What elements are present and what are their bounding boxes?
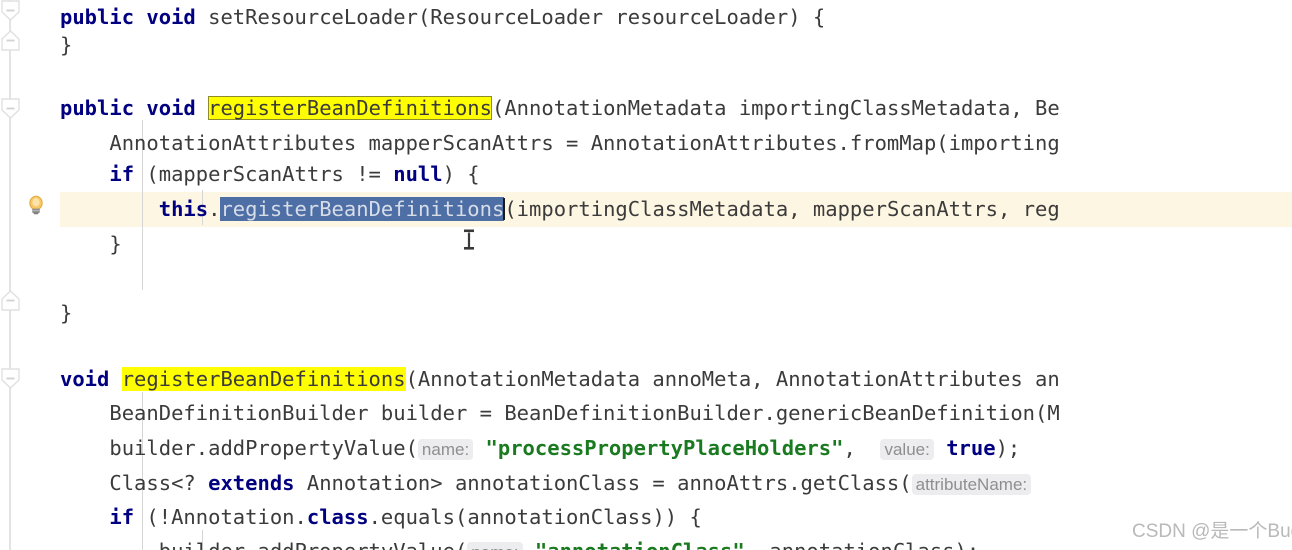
code-token: BeanDefinitionBuilder builder = BeanDefi… [60, 401, 1060, 425]
editor-gutter[interactable] [0, 0, 60, 550]
parameter-hint: name: [417, 439, 474, 460]
code-token: (AnnotationMetadata annoMeta, Annotation… [405, 367, 1060, 391]
code-token: , [843, 436, 881, 460]
code-line[interactable]: builder.addPropertyValue(name: "annotati… [60, 534, 1292, 550]
code-editor[interactable]: public void setResourceLoader(ResourceLo… [0, 0, 1292, 550]
keyword-token: public [60, 96, 135, 120]
code-line[interactable] [60, 56, 1292, 91]
code-line[interactable]: Class<? extends Annotation> annotationCl… [60, 466, 1292, 501]
keyword-token: this [158, 197, 209, 221]
fold-marker-collapse-down[interactable] [0, 368, 21, 389]
code-token: setResourceLoader(ResourceLoader resourc… [195, 5, 826, 29]
parameter-hint: name: [467, 542, 523, 550]
code-token: Class<? [60, 471, 209, 495]
keyword-token: class [306, 505, 369, 529]
code-token: (!Annotation. [134, 505, 307, 529]
keyword-token: public [60, 5, 135, 29]
code-token: ) { [442, 162, 480, 186]
code-line[interactable]: } [60, 227, 1292, 262]
fold-marker-collapse-up[interactable] [0, 290, 21, 311]
code-line[interactable] [60, 330, 1292, 365]
keyword-token: extends [208, 471, 295, 495]
code-token: , annotationClass); [745, 539, 980, 550]
code-token: (importingClassMetadata, mapperScanAttrs… [504, 197, 1060, 221]
code-token: . [208, 197, 221, 221]
code-line[interactable]: this.registerBeanDefinitions(importingCl… [60, 192, 1292, 227]
fold-rail [9, 0, 11, 550]
keyword-token: true [946, 436, 996, 460]
code-text-layer[interactable]: public void setResourceLoader(ResourceLo… [0, 0, 1292, 550]
code-token: Annotation> annotationClass = annoAttrs.… [294, 471, 912, 495]
keyword-token: void [146, 96, 196, 120]
code-line[interactable]: builder.addPropertyValue(name: "processP… [60, 431, 1292, 466]
string-token: "processPropertyPlaceHolders" [485, 436, 844, 460]
keyword-token: void [146, 5, 196, 29]
code-token: ); [995, 436, 1021, 460]
code-line[interactable]: void registerBeanDefinitions(AnnotationM… [60, 362, 1292, 397]
code-line[interactable]: public void registerBeanDefinitions(Anno… [60, 91, 1292, 126]
code-line[interactable]: AnnotationAttributes mapperScanAttrs = A… [60, 126, 1292, 161]
code-line[interactable]: } [60, 296, 1292, 331]
code-token: (mapperScanAttrs != [134, 162, 394, 186]
code-token: } [60, 33, 73, 57]
parameter-hint: value: [880, 439, 934, 460]
keyword-token: null [393, 162, 443, 186]
text-selection: registerBeanDefinitions [220, 197, 505, 221]
csdn-watermark: CSDN @是一个Bug [1132, 521, 1292, 542]
code-token: .equals(annotationClass)) { [368, 505, 702, 529]
usage-highlight: registerBeanDefinitions [208, 96, 492, 120]
code-token: AnnotationAttributes mapperScanAttrs = A… [60, 131, 1060, 155]
code-token: builder.addPropertyValue( [60, 539, 468, 550]
keyword-token: if [109, 505, 135, 529]
text-ibeam-cursor [461, 228, 477, 256]
fold-marker-collapse-down[interactable] [0, 98, 21, 119]
code-line[interactable]: if (!Annotation.class.equals(annotationC… [60, 500, 1292, 535]
code-token: (AnnotationMetadata importingClassMetada… [492, 96, 1060, 120]
intention-bulb-icon[interactable] [25, 194, 47, 216]
code-line[interactable]: if (mapperScanAttrs != null) { [60, 157, 1292, 192]
keyword-token: if [109, 162, 135, 186]
code-line[interactable] [60, 262, 1292, 297]
code-line[interactable]: BeanDefinitionBuilder builder = BeanDefi… [60, 396, 1292, 431]
fold-marker-collapse-up[interactable] [0, 30, 21, 51]
keyword-token: void [60, 367, 110, 391]
string-token: "annotationClass" [535, 539, 745, 550]
parameter-hint: attributeName: [911, 474, 1032, 495]
code-token: builder.addPropertyValue( [60, 436, 418, 460]
usage-highlight: registerBeanDefinitions [121, 367, 406, 391]
code-token: } [60, 232, 122, 256]
code-token: } [60, 301, 73, 325]
fold-marker-collapse-down[interactable] [0, 0, 21, 21]
